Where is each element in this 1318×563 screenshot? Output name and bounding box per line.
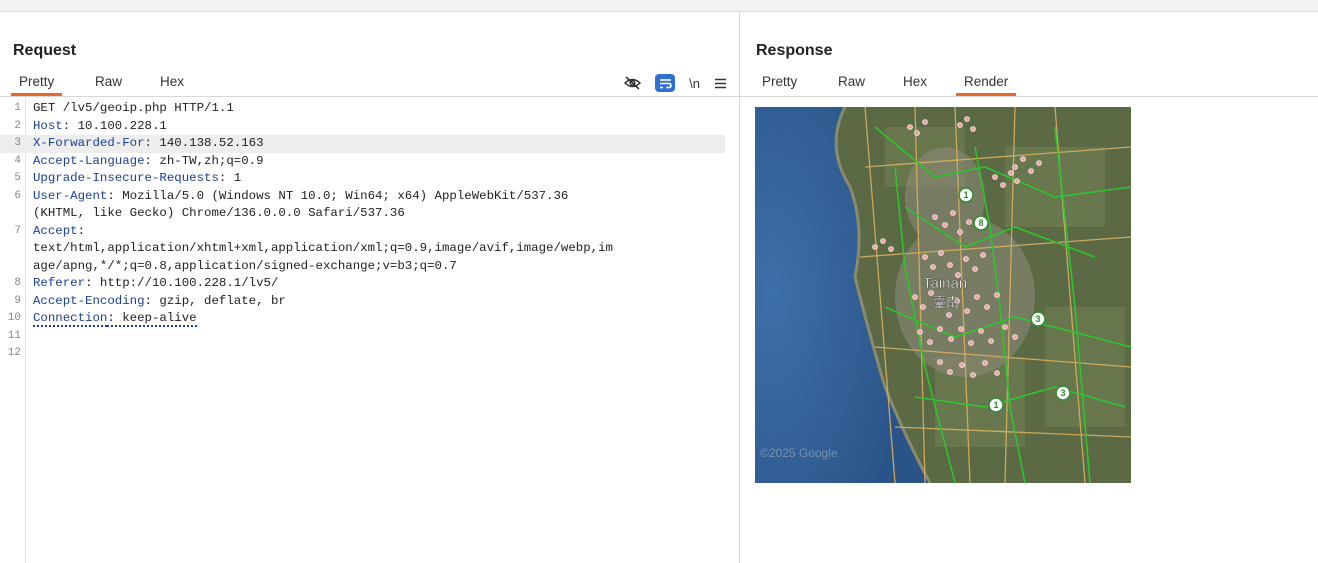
- request-line-text: text/html,application/xhtml+xml,applicat…: [33, 241, 613, 255]
- header-value: : 1: [218, 171, 242, 185]
- header-value: : 10.100.228.1: [62, 118, 167, 133]
- map-city-label-en: Tainan: [923, 275, 967, 292]
- line-number: 1: [14, 102, 21, 114]
- request-line-text: (KHTML, like Gecko) Chrome/136.0.0.0 Saf…: [33, 206, 405, 220]
- request-title: Request: [13, 42, 77, 59]
- response-pane: Response Pretty Raw Hex Render Tainan 臺南…: [740, 12, 1318, 563]
- header-line-text: Accept-Language: zh-TW,zh;q=0.9: [33, 153, 264, 171]
- route-marker-label: 1: [963, 190, 968, 200]
- request-line[interactable]: 9 Accept-Encoding: gzip, deflate, br: [0, 293, 725, 311]
- line-number: 4: [14, 154, 21, 167]
- header-name: Referer: [33, 276, 86, 290]
- header-value: : http://10.100.228.1/lv5/: [85, 276, 279, 290]
- response-tab-raw[interactable]: Raw: [838, 74, 865, 89]
- response-tabs: Pretty Raw Hex Render: [740, 70, 1318, 97]
- header-line-text: Accept-Encoding: gzip, deflate, br: [33, 293, 286, 311]
- eye-slash-icon[interactable]: [624, 76, 642, 90]
- route-marker-label: 8: [978, 218, 983, 228]
- line-number: 2: [14, 119, 21, 132]
- line-number: 5: [14, 172, 21, 184]
- header-name: Accept: [33, 223, 78, 238]
- header-line-text: Accept:: [33, 223, 85, 241]
- request-editor[interactable]: 1 GET /lv5/geoip.php HTTP/1.1 2 Host: 10.10…: [0, 97, 739, 563]
- newline-toggle[interactable]: \n: [689, 76, 700, 91]
- response-tab-pretty[interactable]: Pretty: [762, 74, 797, 89]
- line-number: 10: [7, 312, 21, 324]
- line-number: 7: [14, 224, 21, 237]
- satellite-map: Tainan 臺南 1 8 3 3 1 ©2025 Google: [755, 107, 1131, 483]
- line-number: 12: [7, 347, 21, 359]
- line-number: 11: [7, 329, 21, 342]
- request-tabs: Pretty Raw Hex \n: [0, 70, 739, 97]
- request-line[interactable]: 2 Host: 10.100.228.1: [0, 118, 725, 136]
- route-marker-label: 1: [993, 400, 998, 410]
- route-marker-label: 3: [1060, 388, 1065, 398]
- request-line[interactable]: text/html,application/xhtml+xml,applicat…: [0, 240, 725, 258]
- header-name: Accept-Encoding: [33, 293, 145, 308]
- header-line-text: Connection: keep-alive: [33, 310, 197, 328]
- map-copyright: ©2025 Google: [760, 446, 838, 460]
- request-line[interactable]: 11: [0, 328, 725, 346]
- header-name: X-Forwarded-For: [33, 136, 145, 150]
- request-tab-pretty[interactable]: Pretty: [10, 74, 63, 96]
- response-tab-hex[interactable]: Hex: [903, 74, 927, 89]
- header-value: : Mozilla/5.0 (Windows NT 10.0; Win64; x…: [107, 188, 569, 203]
- header-line-text: X-Forwarded-For: 140.138.52.163: [33, 135, 264, 153]
- word-wrap-icon[interactable]: [655, 74, 676, 92]
- request-line[interactable]: (KHTML, like Gecko) Chrome/136.0.0.0 Saf…: [0, 205, 725, 223]
- request-line[interactable]: 10 Connection: keep-alive: [0, 310, 725, 328]
- header-line-text: Referer: http://10.100.228.1/lv5/: [33, 275, 278, 293]
- hamburger-menu-icon[interactable]: [714, 78, 727, 89]
- request-line[interactable]: age/apng,*/*;q=0.8,application/signed-ex…: [0, 258, 725, 276]
- header-name: Accept-Language: [33, 153, 145, 168]
- route-marker-label: 3: [1035, 314, 1040, 324]
- header-value: : zh-TW,zh;q=0.9: [144, 153, 264, 168]
- request-line-text: age/apng,*/*;q=0.8,application/signed-ex…: [33, 258, 457, 273]
- request-tab-raw[interactable]: Raw: [95, 74, 122, 89]
- request-tab-hex[interactable]: Hex: [160, 74, 184, 89]
- response-title: Response: [756, 42, 833, 59]
- header-value: :: [77, 223, 86, 238]
- line-number: 9: [14, 294, 21, 307]
- map-city-label-zh: 臺南: [933, 295, 959, 311]
- request-line[interactable]: 3 X-Forwarded-For: 140.138.52.163: [0, 135, 725, 153]
- header-value: : gzip, deflate, br: [144, 293, 286, 308]
- header-line-text: Host: 10.100.228.1: [33, 118, 167, 136]
- header-line-text: User-Agent: Mozilla/5.0 (Windows NT 10.0…: [33, 188, 568, 206]
- top-toolbar-strip: [0, 0, 1318, 12]
- request-line[interactable]: 4 Accept-Language: zh-TW,zh;q=0.9: [0, 153, 725, 171]
- header-line-text: Upgrade-Insecure-Requests: 1: [33, 170, 241, 188]
- request-line[interactable]: 5 Upgrade-Insecure-Requests: 1: [0, 170, 725, 188]
- response-tab-render[interactable]: Render: [955, 74, 1017, 96]
- header-value: : 140.138.52.163: [144, 136, 264, 150]
- request-line[interactable]: 1 GET /lv5/geoip.php HTTP/1.1: [0, 100, 725, 118]
- request-line[interactable]: 12: [0, 345, 725, 363]
- header-value: : keep-alive: [107, 311, 197, 327]
- request-pane: Request Pretty Raw Hex \n 1 GET /lv5/geoi…: [0, 12, 740, 563]
- header-name: User-Agent: [33, 188, 108, 203]
- header-name: Upgrade-Insecure-Requests: [33, 171, 219, 185]
- request-line[interactable]: 7 Accept:: [0, 223, 725, 241]
- line-number: 8: [14, 277, 21, 289]
- header-name: Host: [33, 118, 63, 133]
- request-editor-toolbar: \n: [624, 70, 727, 96]
- line-number: 3: [14, 137, 21, 149]
- request-line-text: GET /lv5/geoip.php HTTP/1.1: [33, 101, 234, 115]
- line-number: 6: [14, 189, 21, 202]
- request-line[interactable]: 6 User-Agent: Mozilla/5.0 (Windows NT 10.…: [0, 188, 725, 206]
- request-line[interactable]: 8 Referer: http://10.100.228.1/lv5/: [0, 275, 725, 293]
- rendered-map-image: Tainan 臺南 1 8 3 3 1 ©2025 Google: [755, 107, 1131, 483]
- header-name: Connection: [33, 311, 108, 327]
